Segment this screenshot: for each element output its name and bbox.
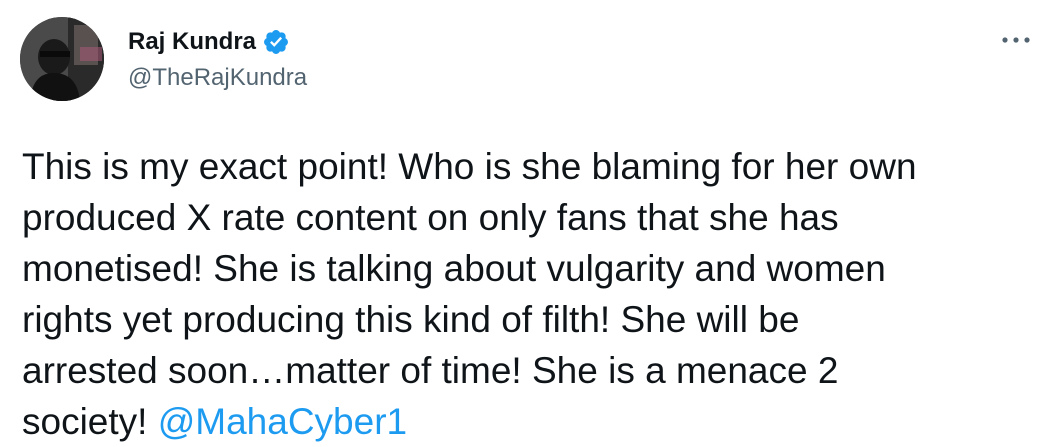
tweet-text-line: produced X rate content on only fans tha… <box>22 197 839 238</box>
tweet-text-line: society! <box>22 401 158 442</box>
tweet-text-line: This is my exact point! Who is she blami… <box>22 146 917 187</box>
more-options-icon <box>1002 37 1030 43</box>
more-options-button[interactable] <box>998 26 1034 54</box>
verified-badge-icon <box>262 28 290 56</box>
tweet-text-line: rights yet producing this kind of filth!… <box>22 299 800 340</box>
tweet-card: Raj Kundra @TheRajKundra This is my exac… <box>0 0 1046 442</box>
tweet-text-line: arrested soon…matter of time! She is a m… <box>22 350 839 391</box>
author-handle[interactable]: @TheRajKundra <box>128 60 307 96</box>
mention-link[interactable]: @MahaCyber1 <box>158 401 407 442</box>
tweet-text: This is my exact point! Who is she blami… <box>22 141 1032 447</box>
avatar[interactable] <box>20 17 104 101</box>
tweet-text-line: monetised! She is talking about vulgarit… <box>22 248 886 289</box>
author-name-row: Raj Kundra <box>128 24 290 60</box>
avatar-image <box>20 17 104 101</box>
author-display-name[interactable]: Raj Kundra <box>128 24 256 60</box>
